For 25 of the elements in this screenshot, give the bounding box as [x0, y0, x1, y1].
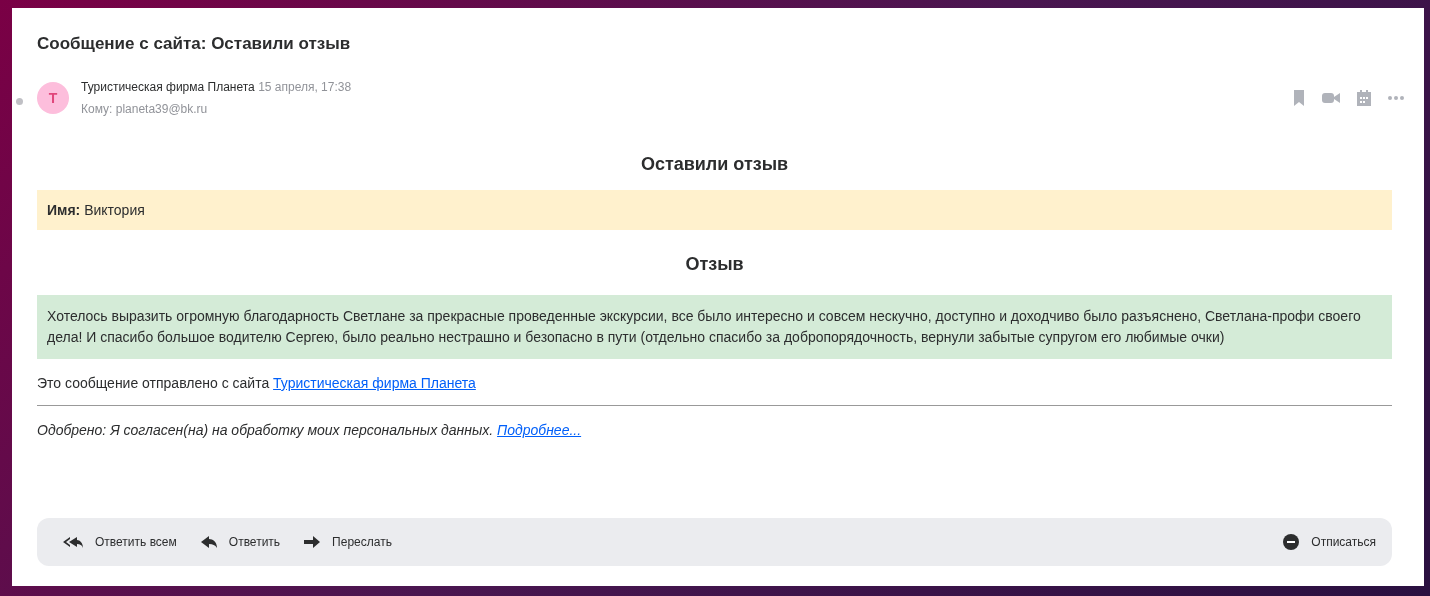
review-text: Хотелось выразить огромную благодарность Светлане за прекрасные проведенные экскурсии, все было интересно и совсем нескучно, доступно и доходчиво было разъяснено, Светлана-профи своего дела! И спасибо большое водителю Сергею, было реально нестрашно и безопасно в пути (отдельно спасибо за добропорядочность, вернули забытые супругом его любимые очки): [37, 295, 1392, 359]
message-subject: Сообщение с сайта: Оставили отзыв: [37, 34, 352, 54]
reply-button[interactable]: Ответить: [200, 535, 281, 549]
name-field: Имя: Виктория: [37, 190, 1392, 230]
recipient: Кому: planeta39@bk.ru: [81, 101, 209, 118]
avatar: Т: [37, 82, 69, 114]
site-link[interactable]: Туристическая фирма Планета: [273, 375, 476, 391]
video-camera-icon[interactable]: [1322, 90, 1340, 106]
reply-all-icon: [63, 535, 83, 549]
minus-circle-icon: [1283, 534, 1300, 550]
message-date: 15 апреля, 17:38: [258, 80, 352, 94]
more-link[interactable]: Подробнее...: [497, 422, 582, 438]
forward-icon: [304, 535, 321, 549]
sender-name[interactable]: Туристическая фирма Планета: [81, 80, 255, 94]
reply-icon: [200, 535, 217, 549]
forward-button[interactable]: Переслать: [304, 535, 392, 549]
reply-all-button[interactable]: Ответить всем: [63, 535, 177, 549]
unread-dot-icon[interactable]: [16, 98, 23, 105]
calendar-icon[interactable]: [1356, 90, 1372, 106]
form-heading: Оставили отзыв: [639, 154, 790, 175]
bookmark-icon[interactable]: [1292, 90, 1306, 106]
footer-text: Это сообщение отправлено с сайта: [37, 375, 270, 391]
review-heading: Отзыв: [684, 254, 745, 275]
unsubscribe-button[interactable]: Отписаться: [1283, 534, 1376, 550]
consent-text: Одобрено: Я согласен(на) на обработку моих персональных данных.: [37, 422, 494, 438]
